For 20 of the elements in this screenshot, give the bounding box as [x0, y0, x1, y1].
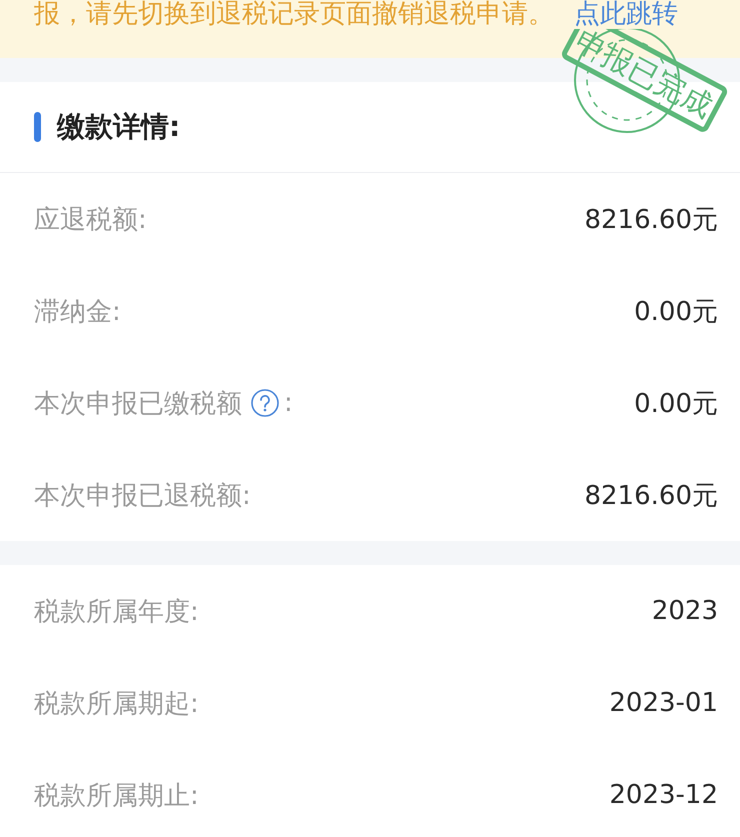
field-value: 0.00元	[634, 388, 718, 420]
field-label: 应退税额:	[34, 204, 147, 236]
field-label: 本次申报已退税额:	[34, 480, 251, 512]
field-value: 0.00元	[634, 296, 718, 328]
colon-text: :	[284, 388, 293, 418]
field-label: 滞纳金:	[34, 296, 121, 328]
notice-text: 报，请先切换到退税记录页面撤销退税申请。	[34, 0, 554, 29]
accent-bar	[34, 112, 41, 142]
field-value: 2023-01	[609, 688, 718, 718]
help-icon[interactable]	[250, 388, 280, 418]
jump-link[interactable]: 点此跳转	[574, 0, 678, 29]
field-label: 税款所属年度:	[34, 596, 199, 628]
field-label: 税款所属期起:	[34, 688, 199, 720]
field-value: 8216.60元	[584, 480, 718, 512]
field-value: 8216.60元	[584, 204, 718, 236]
field-label: 本次申报已缴税额	[34, 388, 242, 420]
field-label: 税款所属期止:	[34, 780, 199, 812]
field-value: 2023	[652, 596, 718, 626]
field-value: 2023-12	[609, 780, 718, 810]
section-title: 缴款详情:	[57, 109, 180, 145]
